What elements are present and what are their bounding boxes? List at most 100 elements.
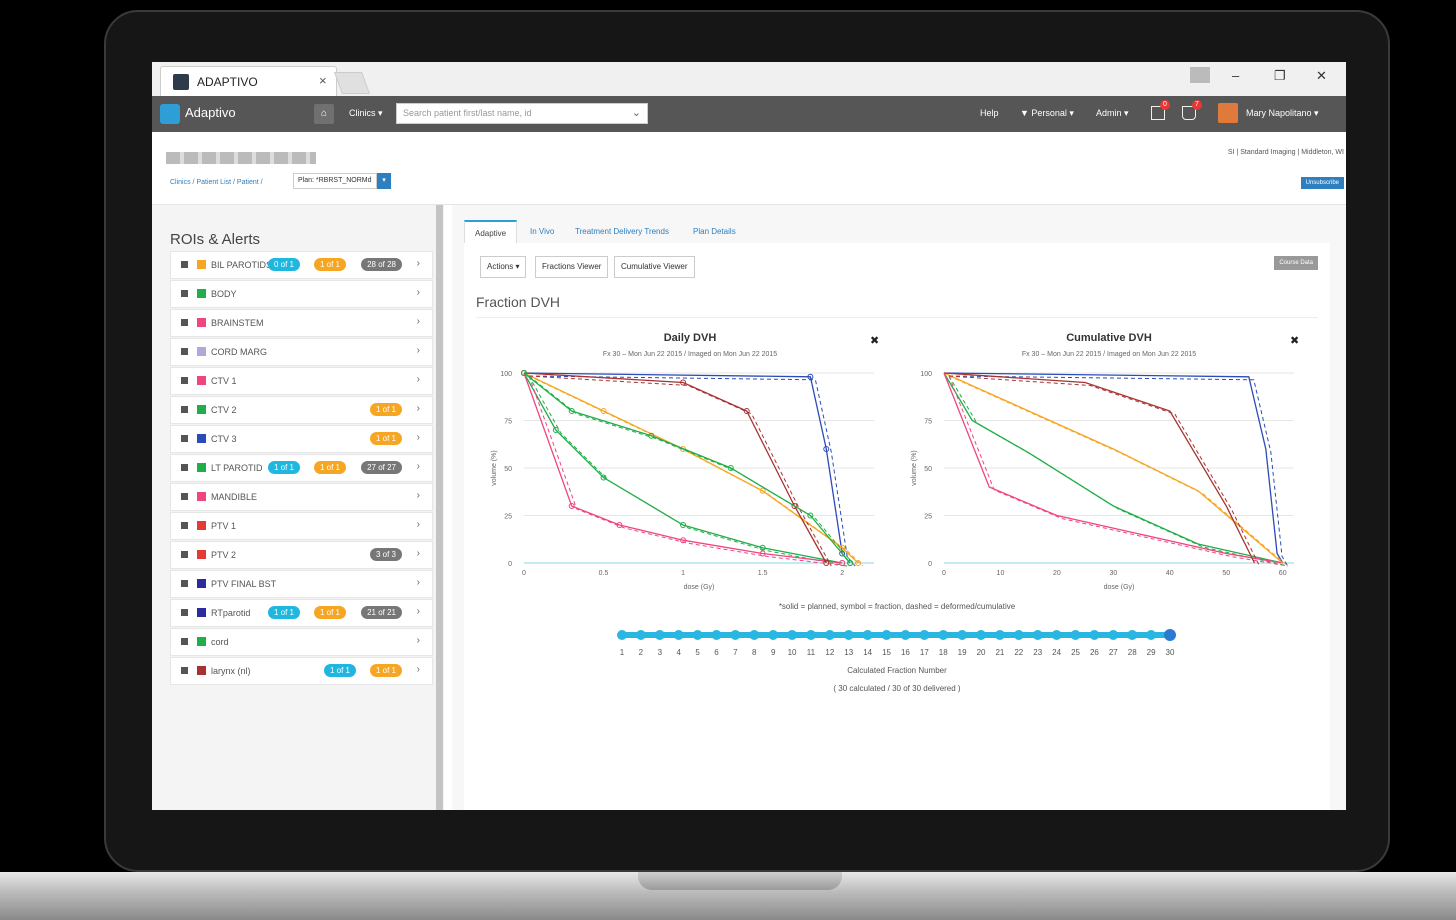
- plan-dropdown-button[interactable]: ▾: [377, 173, 391, 189]
- avatar[interactable]: [1218, 103, 1238, 123]
- roi-alert-badge[interactable]: 1 of 1: [369, 403, 402, 416]
- roi-alert-badge[interactable]: 28 of 28: [361, 258, 402, 271]
- home-icon[interactable]: ⌂: [314, 104, 334, 124]
- chevron-right-icon[interactable]: ›: [417, 403, 420, 414]
- roi-item[interactable]: PTV 1 ›: [170, 512, 433, 540]
- help-link[interactable]: Help: [980, 108, 999, 118]
- chevron-right-icon[interactable]: ›: [417, 432, 420, 443]
- chevron-right-icon[interactable]: ›: [417, 287, 420, 298]
- roi-item[interactable]: MANDIBLE ›: [170, 483, 433, 511]
- roi-item[interactable]: RTparotid 21 of 21 1 of 1 1 of 1 ›: [170, 599, 433, 627]
- roi-item[interactable]: CORD MARG ›: [170, 338, 433, 366]
- roi-name: CTV 1: [211, 376, 237, 386]
- roi-checkbox[interactable]: [181, 377, 188, 384]
- chevron-right-icon[interactable]: ›: [417, 577, 420, 588]
- roi-alert-badge[interactable]: 1 of 1: [323, 664, 356, 677]
- roi-alert-badge[interactable]: 21 of 21: [361, 606, 402, 619]
- x-tick-label: 0.5: [599, 570, 609, 577]
- roi-item[interactable]: BODY ›: [170, 280, 433, 308]
- plan-select[interactable]: Plan: *RBRST_NORMd: [293, 173, 377, 189]
- roi-item[interactable]: LT PAROTID 27 of 27 1 of 1 1 of 1 ›: [170, 454, 433, 482]
- breadcrumb[interactable]: Clinics / Patient List / Patient /: [170, 179, 263, 186]
- tab-close-icon[interactable]: ×: [319, 73, 327, 88]
- tab-treatment-delivery-trends[interactable]: Treatment Delivery Trends: [565, 220, 679, 244]
- chevron-right-icon[interactable]: ›: [417, 258, 420, 269]
- roi-alert-badge[interactable]: 1 of 1: [369, 432, 402, 445]
- roi-alert-badge[interactable]: 3 of 3: [369, 548, 402, 561]
- fraction-number-label: 25: [1071, 648, 1080, 657]
- tab-plan-details[interactable]: Plan Details: [683, 220, 746, 244]
- expand-icon[interactable]: ✖: [870, 334, 879, 347]
- roi-item[interactable]: CTV 2 1 of 1 ›: [170, 396, 433, 424]
- roi-checkbox[interactable]: [181, 435, 188, 442]
- roi-checkbox[interactable]: [181, 348, 188, 355]
- roi-checkbox[interactable]: [181, 638, 188, 645]
- daily-dvh-chart[interactable]: 0 25 50 75 100 0 0.5 1 1.5 2 dose (Gy) volume (%): [484, 361, 904, 591]
- roi-checkbox[interactable]: [181, 261, 188, 268]
- chevron-down-icon[interactable]: ⌄: [632, 106, 641, 119]
- roi-alert-badge[interactable]: 1 of 1: [313, 258, 346, 271]
- admin-menu[interactable]: Admin ▾: [1096, 108, 1129, 119]
- roi-checkbox[interactable]: [181, 522, 188, 529]
- fraction-slider[interactable]: 1 2 3 4 5 6 7 8 9 10 11 12 13 14 15 16 17 18 19 20 21 22 23 24 2…: [614, 625, 1180, 661]
- expand-icon[interactable]: ✖: [1290, 334, 1299, 347]
- roi-checkbox[interactable]: [181, 290, 188, 297]
- close-window-button[interactable]: ✕: [1316, 68, 1327, 84]
- unsubscribe-button[interactable]: Unsubscribe: [1300, 177, 1344, 189]
- chevron-right-icon[interactable]: ›: [417, 635, 420, 646]
- roi-alert-badge[interactable]: 1 of 1: [313, 606, 346, 619]
- roi-checkbox[interactable]: [181, 319, 188, 326]
- roi-alert-badge[interactable]: 0 of 1: [267, 258, 300, 271]
- fraction-number-label: 18: [939, 648, 948, 657]
- browser-tab[interactable]: ADAPTIVO ×: [160, 66, 337, 97]
- roi-item[interactable]: larynx (nl) 1 of 1 1 of 1 ›: [170, 657, 433, 685]
- roi-alert-badge[interactable]: 1 of 1: [267, 606, 300, 619]
- chevron-right-icon[interactable]: ›: [417, 345, 420, 356]
- user-menu[interactable]: Mary Napolitano ▾: [1246, 108, 1319, 119]
- roi-alert-badge[interactable]: 27 of 27: [361, 461, 402, 474]
- browser-profile-icon[interactable]: [1190, 67, 1210, 83]
- fraction-number-label: 7: [733, 648, 738, 657]
- chevron-right-icon[interactable]: ›: [417, 490, 420, 501]
- roi-item[interactable]: BIL PAROTIDS 28 of 28 1 of 1 0 of 1 ›: [170, 251, 433, 279]
- chevron-right-icon[interactable]: ›: [417, 461, 420, 472]
- chevron-right-icon[interactable]: ›: [417, 548, 420, 559]
- chevron-right-icon[interactable]: ›: [417, 519, 420, 530]
- roi-checkbox[interactable]: [181, 464, 188, 471]
- chevron-right-icon[interactable]: ›: [417, 316, 420, 327]
- chevron-right-icon[interactable]: ›: [417, 664, 420, 675]
- roi-item[interactable]: CTV 1 ›: [170, 367, 433, 395]
- roi-checkbox[interactable]: [181, 551, 188, 558]
- roi-item[interactable]: PTV FINAL BST ›: [170, 570, 433, 598]
- roi-item[interactable]: BRAINSTEM ›: [170, 309, 433, 337]
- minimize-button[interactable]: –: [1232, 68, 1239, 83]
- roi-alert-badge[interactable]: 1 of 1: [369, 664, 402, 677]
- cumulative-viewer-button[interactable]: Cumulative Viewer: [614, 256, 695, 278]
- chevron-right-icon[interactable]: ›: [417, 374, 420, 385]
- chevron-right-icon[interactable]: ›: [417, 606, 420, 617]
- tab-in-vivo[interactable]: In Vivo: [520, 220, 564, 244]
- roi-color-swatch: [197, 376, 206, 385]
- roi-alert-badge[interactable]: 1 of 1: [313, 461, 346, 474]
- roi-checkbox[interactable]: [181, 609, 188, 616]
- roi-checkbox[interactable]: [181, 493, 188, 500]
- roi-checkbox[interactable]: [181, 667, 188, 674]
- roi-item[interactable]: CTV 3 1 of 1 ›: [170, 425, 433, 453]
- personal-filter-menu[interactable]: ▼ Personal ▾: [1020, 108, 1074, 119]
- roi-alert-badge[interactable]: 1 of 1: [267, 461, 300, 474]
- roi-checkbox[interactable]: [181, 406, 188, 413]
- roi-checkbox[interactable]: [181, 580, 188, 587]
- actions-button[interactable]: Actions ▾: [480, 256, 527, 278]
- cumulative-dvh-chart[interactable]: 0 25 50 75 100 0 10 20 30 40 50 60 dose (Gy) volume (…: [904, 361, 1324, 591]
- clinics-menu[interactable]: Clinics ▾: [349, 108, 383, 119]
- restore-button[interactable]: ❐: [1274, 68, 1286, 84]
- fractions-viewer-button[interactable]: Fractions Viewer: [535, 256, 609, 278]
- sidebar-scrollbar[interactable]: [436, 205, 443, 810]
- brand-name[interactable]: Adaptivo: [185, 105, 236, 120]
- patient-search-input[interactable]: Search patient first/last name, id ⌄: [396, 103, 648, 124]
- course-data-button[interactable]: Course Data: [1274, 256, 1318, 270]
- roi-item[interactable]: PTV 2 3 of 3 ›: [170, 541, 433, 569]
- roi-name: PTV 2: [211, 550, 237, 560]
- new-tab-button[interactable]: [333, 72, 371, 94]
- roi-item[interactable]: cord ›: [170, 628, 433, 656]
